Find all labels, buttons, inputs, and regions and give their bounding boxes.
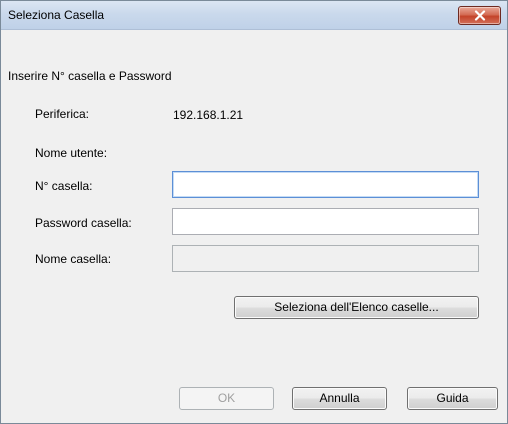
close-button[interactable] (458, 6, 501, 25)
username-label: Nome utente: (35, 146, 108, 160)
ok-button[interactable]: OK (179, 387, 274, 410)
window-title: Seleziona Casella (8, 8, 105, 22)
help-button[interactable]: Guida (407, 387, 498, 410)
cancel-button[interactable]: Annulla (292, 387, 387, 410)
dialog-window: Seleziona Casella Inserire N° casella e … (0, 0, 508, 424)
device-label: Periferica: (35, 107, 90, 121)
box-password-input[interactable] (173, 209, 478, 234)
device-value: 192.168.1.21 (173, 108, 244, 122)
box-number-input[interactable] (173, 172, 478, 197)
box-password-field[interactable] (172, 208, 479, 235)
box-number-field[interactable] (172, 171, 479, 198)
box-password-label: Password casella: (35, 216, 132, 230)
box-name-field (172, 245, 479, 272)
close-icon (474, 10, 486, 21)
box-number-label: N° casella: (35, 179, 93, 193)
form-heading: Inserire N° casella e Password (8, 69, 172, 83)
title-bar[interactable]: Seleziona Casella (1, 1, 507, 30)
select-from-list-button[interactable]: Seleziona dell'Elenco caselle... (234, 296, 479, 319)
box-name-input (173, 246, 478, 271)
box-name-label: Nome casella: (35, 252, 112, 266)
